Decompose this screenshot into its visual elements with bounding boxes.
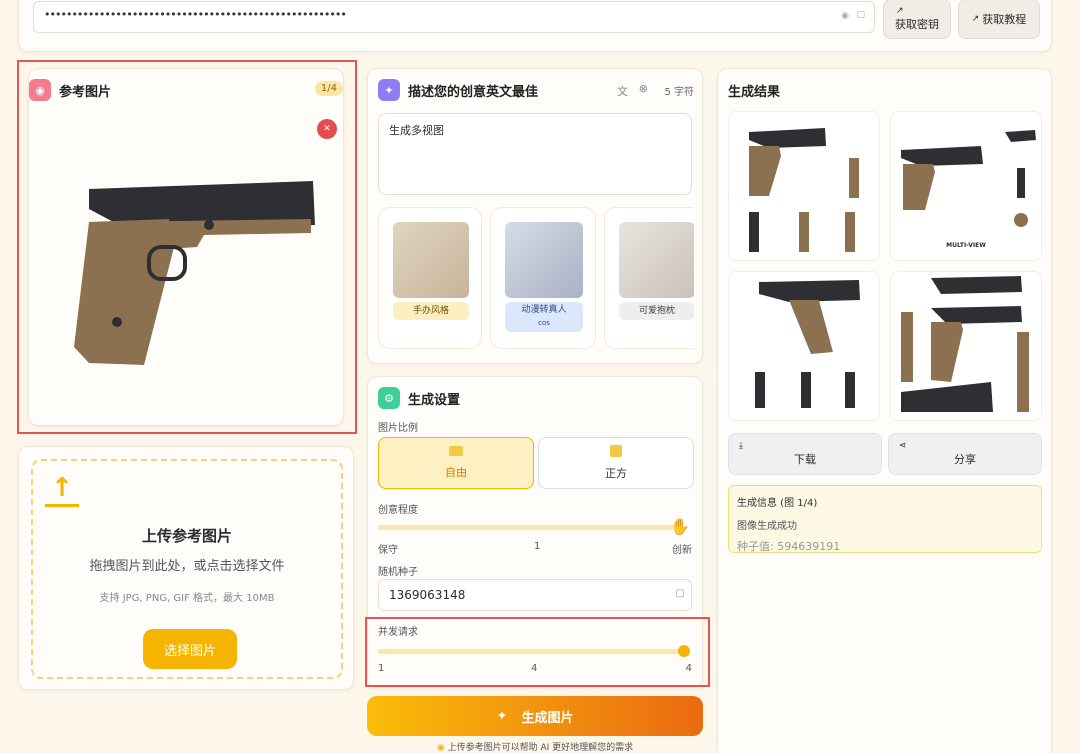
multi-view-label: MULTI-VIEW <box>946 242 986 249</box>
seed-value: 1369063148 <box>389 588 466 602</box>
upload-card: ↑ 上传参考图片 拖拽图片到此处，或点击选择文件 支持 JPG, PNG, GI… <box>18 446 354 690</box>
style-cosplay-label-box: 动漫转真人 cos <box>505 302 583 332</box>
api-key-bar: ••••••••••••••••••••••••••••••••••••••••… <box>18 0 1052 52</box>
style-figure-label: 手办风格 <box>393 302 469 320</box>
api-key-input[interactable]: ••••••••••••••••••••••••••••••••••••••••… <box>33 1 875 33</box>
creativity-min: 保守 <box>378 545 398 556</box>
settings-title: 生成设置 <box>408 392 461 408</box>
footer-tip: ◉ 上传参考图片可以帮助 AI 更好地理解您的需求 <box>367 740 703 753</box>
ratio-free-label: 自由 <box>445 466 467 479</box>
upload-hint: 拖拽图片到此处，或点击选择文件 <box>89 559 285 574</box>
info-seed: 种子值: 594639191 <box>737 540 841 553</box>
ratio-label: 图片比例 <box>378 423 418 434</box>
sparkle-icon: ✦ <box>496 708 508 724</box>
lock-icon: ▢ <box>856 10 864 20</box>
download-label: 下载 <box>794 453 816 466</box>
upload-dropzone[interactable]: ↑ 上传参考图片 拖拽图片到此处，或点击选择文件 支持 JPG, PNG, GI… <box>31 459 343 679</box>
share-label: 分享 <box>954 453 976 466</box>
results-card: 生成结果 MULTI-VIEW ⤓ 下载 ⋖ 分享 生成信息 (图 1/4) 图… <box>717 68 1052 753</box>
gun-multiview-2 <box>901 130 1036 227</box>
download-icon: ⤓ <box>739 441 743 451</box>
get-tutorial-button[interactable]: ↗ 获取教程 <box>958 0 1040 39</box>
concurrency-highlight <box>365 617 710 687</box>
generate-button[interactable]: ✦ 生成图片 <box>367 696 703 736</box>
dice-icon[interactable]: ▢ <box>676 588 685 599</box>
result-image-2[interactable]: MULTI-VIEW <box>890 111 1042 261</box>
style-pillow-thumb <box>619 222 694 298</box>
creativity-handle-icon[interactable]: ✋ <box>670 517 690 537</box>
clear-icon[interactable]: ⊗ <box>639 82 648 95</box>
external-link-icon: ↗ <box>971 14 980 24</box>
download-button[interactable]: ⤓ 下载 <box>728 433 882 475</box>
info-title: 生成信息 (图 1/4) <box>737 498 818 509</box>
reference-highlight <box>17 60 357 434</box>
result-image-1[interactable] <box>728 111 880 261</box>
footer-tip-text: 上传参考图片可以帮助 AI 更好地理解您的需求 <box>447 743 634 753</box>
style-pillow-label: 可爱抱枕 <box>619 302 694 320</box>
generation-info-box: 生成信息 (图 1/4) 图像生成成功 种子值: 594639191 <box>728 485 1042 553</box>
ratio-free-button[interactable]: 自由 <box>378 437 534 489</box>
gun-multiview-3 <box>755 280 860 408</box>
ratio-square-label: 正方 <box>605 467 627 480</box>
result-image-4[interactable] <box>890 271 1042 421</box>
upload-title: 上传参考图片 <box>141 527 232 545</box>
style-cosplay-thumb <box>505 222 583 298</box>
prompt-textarea[interactable]: 生成多视图 <box>378 113 692 195</box>
result-image-3[interactable] <box>728 271 880 421</box>
external-link-icon: ↗ <box>896 6 904 16</box>
creativity-label: 创意程度 <box>378 505 418 516</box>
creativity-value: 1 <box>534 541 541 552</box>
ratio-square-button[interactable]: 正方 <box>538 437 694 489</box>
get-key-label: 获取密钥 <box>895 18 939 31</box>
seed-label: 随机种子 <box>378 567 418 578</box>
share-icon: ⋖ <box>899 441 907 451</box>
info-status: 图像生成成功 <box>737 521 797 532</box>
prompt-text: 生成多视图 <box>389 124 444 137</box>
ratio-free-icon <box>449 446 463 456</box>
prompt-title: 描述您的创意英文最佳 <box>408 84 539 100</box>
share-button[interactable]: ⋖ 分享 <box>888 433 1042 475</box>
select-image-button[interactable]: 选择图片 <box>143 629 237 669</box>
creativity-slider[interactable] <box>378 525 684 530</box>
style-preset-pillow[interactable]: 可爱抱枕 <box>604 207 694 349</box>
style-preset-cosplay[interactable]: 动漫转真人 cos <box>490 207 596 349</box>
generate-label: 生成图片 <box>521 710 574 726</box>
style-figure-thumb <box>393 222 469 298</box>
creativity-max: 创新 <box>672 545 692 556</box>
get-key-button[interactable]: ↗ 获取密钥 <box>883 0 951 39</box>
style-cosplay-label: 动漫转真人 <box>521 305 567 315</box>
api-key-value: ••••••••••••••••••••••••••••••••••••••••… <box>44 8 347 21</box>
lightbulb-icon: ◉ <box>436 743 448 753</box>
ratio-square-icon <box>610 445 622 457</box>
prompt-card: ✦ 描述您的创意英文最佳 文 ⊗ 5 字符 生成多视图 手办风格 动漫转真人 c… <box>367 68 703 364</box>
get-tutorial-label: 获取教程 <box>982 13 1027 26</box>
upload-icon: ↑ <box>45 473 79 507</box>
results-title: 生成结果 <box>728 85 781 100</box>
char-count: 5 字符 <box>664 87 694 98</box>
gun-multiview-1 <box>749 128 859 252</box>
style-preset-figure[interactable]: 手办风格 <box>378 207 482 349</box>
translate-icon[interactable]: 文 <box>617 83 628 99</box>
style-preset-strip: 手办风格 动漫转真人 cos 可爱抱枕 <box>378 207 694 349</box>
seed-input[interactable]: 1369063148 ▢ <box>378 579 692 611</box>
style-cosplay-sub: cos <box>538 319 550 327</box>
upload-formats: 支持 JPG, PNG, GIF 格式，最大 10MB <box>99 593 275 604</box>
sparkle-icon: ✦ <box>378 79 400 101</box>
gun-multiview-4 <box>901 276 1029 412</box>
gear-icon: ⚙ <box>378 387 400 409</box>
eye-icon[interactable]: ◉ <box>841 11 849 21</box>
